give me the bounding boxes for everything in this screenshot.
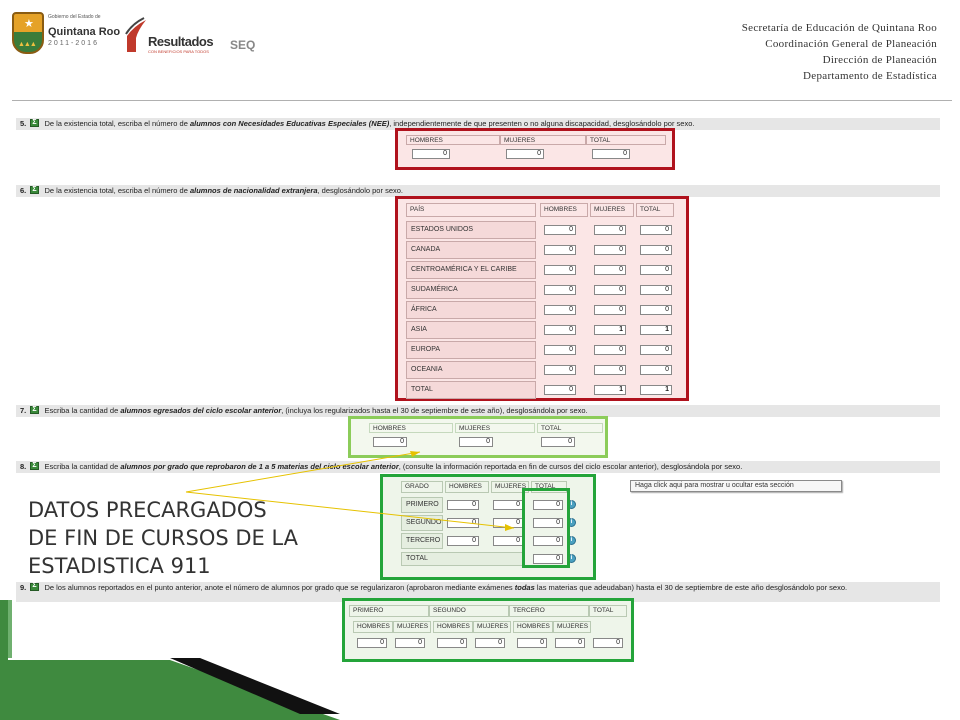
arrow-head <box>505 524 514 531</box>
corner-stripe <box>8 600 12 658</box>
arrow-to-question-7 <box>185 451 421 493</box>
arrow-head <box>410 451 420 457</box>
arrow-to-question-8 <box>185 491 515 529</box>
slide-corner-decoration <box>0 600 340 720</box>
